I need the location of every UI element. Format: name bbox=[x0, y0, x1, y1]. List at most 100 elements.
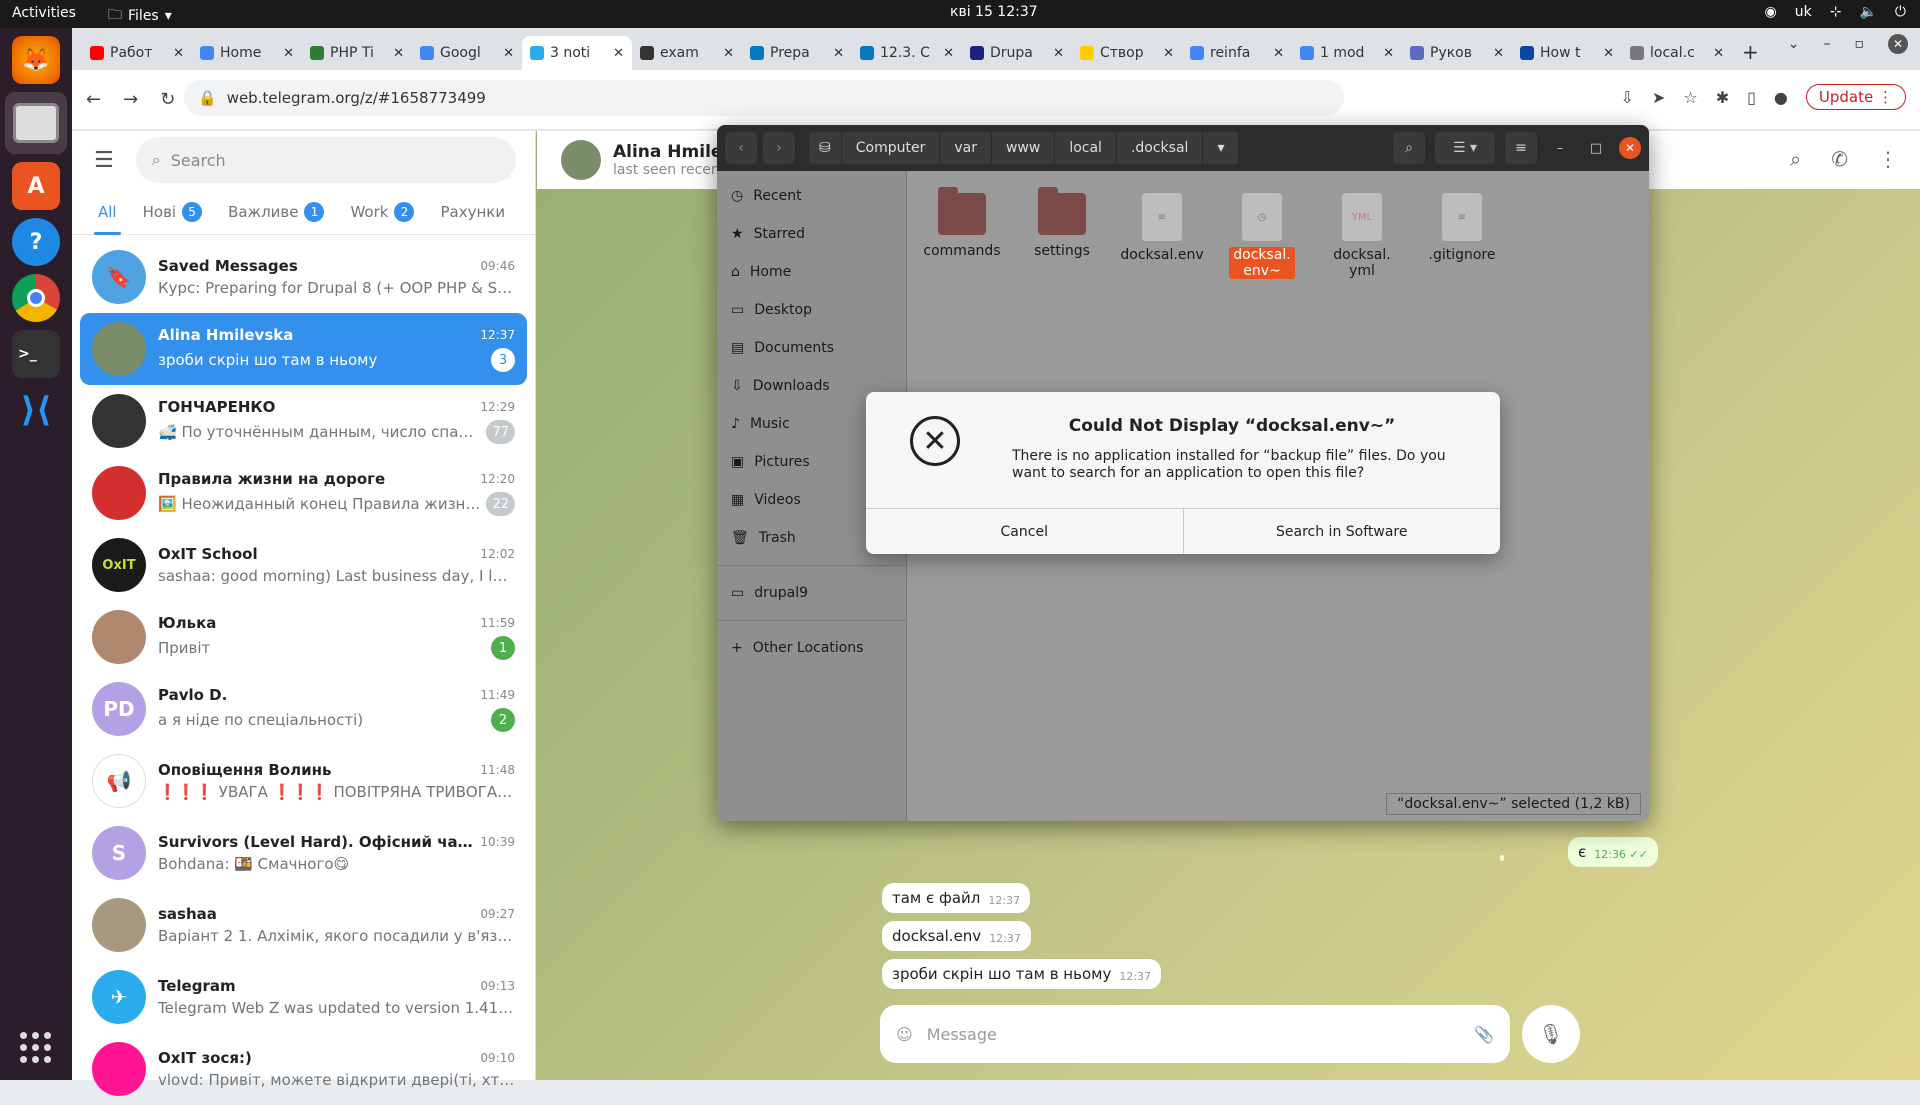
sidebar-item-documents[interactable]: ▤ Documents bbox=[717, 329, 906, 367]
folder-tab[interactable]: All bbox=[94, 189, 121, 235]
search-input[interactable]: ⌕ Search bbox=[135, 137, 516, 183]
folder-tab[interactable]: Нові 5 bbox=[143, 189, 203, 235]
browser-tab[interactable]: Работ ✕ bbox=[82, 36, 192, 70]
chat-list-item[interactable]: OxIT зося:) 09:10 vlovd: Привіт, можете ві… bbox=[80, 1033, 527, 1105]
browser-tab[interactable]: Googl ✕ bbox=[412, 36, 522, 70]
browser-tab[interactable]: local.c ✕ bbox=[1622, 36, 1732, 70]
close-tab-icon[interactable]: ✕ bbox=[1603, 46, 1614, 61]
close-button[interactable]: ✕ bbox=[1619, 137, 1641, 159]
cancel-button[interactable]: Cancel bbox=[866, 509, 1184, 554]
file-item[interactable]: YML docksal. yml bbox=[1317, 193, 1407, 279]
extensions-icon[interactable]: ✱ bbox=[1716, 88, 1729, 107]
more-icon[interactable]: ⋮ bbox=[1878, 147, 1898, 171]
chat-list-item[interactable]: S Survivors (Level Hard). Офісний чат на.… bbox=[80, 817, 527, 889]
close-tab-icon[interactable]: ✕ bbox=[1493, 46, 1504, 61]
back-button[interactable]: ‹ bbox=[725, 132, 757, 164]
close-tab-icon[interactable]: ✕ bbox=[173, 46, 184, 61]
firefox-icon[interactable]: 🦊 bbox=[12, 36, 60, 84]
minimize-button[interactable]: – bbox=[1547, 135, 1573, 161]
close-tab-icon[interactable]: ✕ bbox=[943, 46, 954, 61]
browser-tab[interactable]: 1 mod ✕ bbox=[1292, 36, 1402, 70]
chat-list-item[interactable]: 🔖 Saved Messages 09:46 Курс: Preparing for … bbox=[80, 241, 527, 313]
folder-tab[interactable]: Work 2 bbox=[350, 189, 415, 235]
sidebar-item-home[interactable]: ⌂ Home bbox=[717, 253, 906, 291]
sidebar-item-starred[interactable]: ★ Starred bbox=[717, 215, 906, 253]
close-tab-icon[interactable]: ✕ bbox=[503, 46, 514, 61]
file-item[interactable]: ≡ .gitignore bbox=[1417, 193, 1507, 263]
attach-icon[interactable]: 📎 bbox=[1474, 1025, 1494, 1044]
browser-tab[interactable]: 3 noti ✕ bbox=[522, 36, 632, 70]
terminal-icon[interactable]: >_ bbox=[12, 330, 60, 378]
sidebar-item-other-locations[interactable]: + Other Locations bbox=[717, 629, 906, 667]
file-item[interactable]: ≡ docksal.env bbox=[1117, 193, 1207, 263]
folder-tab[interactable]: Рахунки bbox=[440, 189, 505, 235]
browser-tab[interactable]: 12.3. C ✕ bbox=[852, 36, 962, 70]
network-icon[interactable]: ⊹ bbox=[1830, 4, 1842, 20]
chat-list-item[interactable]: sashaa 09:27 Варіант 2 1. Алхімік, якого п… bbox=[80, 889, 527, 961]
sidebar-item-recent[interactable]: ◷ Recent bbox=[717, 177, 906, 215]
browser-tab[interactable]: Prepa ✕ bbox=[742, 36, 852, 70]
folder-tab[interactable]: Важливе 1 bbox=[228, 189, 325, 235]
microphone-button[interactable]: 🎙 bbox=[1522, 1005, 1580, 1063]
software-icon[interactable]: A bbox=[12, 162, 60, 210]
breadcrumb-item[interactable]: www bbox=[992, 132, 1056, 164]
forward-button[interactable]: › bbox=[763, 132, 795, 164]
breadcrumb-item[interactable]: local bbox=[1055, 132, 1117, 164]
system-tray[interactable]: ◉ uk ⊹ 🔈 ⏻ bbox=[1765, 4, 1906, 20]
chat-list-item[interactable]: 📢 Оповіщення Волинь 11:48 ❗❗❗ УВАГА ❗❗❗ ПОВ… bbox=[80, 745, 527, 817]
breadcrumb-item[interactable]: .docksal bbox=[1117, 132, 1204, 164]
show-apps-icon[interactable] bbox=[20, 1032, 52, 1064]
search-icon[interactable]: ⌕ bbox=[1790, 147, 1801, 171]
close-tab-icon[interactable]: ✕ bbox=[1383, 46, 1394, 61]
search-in-software-button[interactable]: Search in Software bbox=[1184, 509, 1501, 554]
chrome-icon[interactable] bbox=[12, 274, 60, 322]
chat-list-item[interactable]: Alina Hmilevska 12:37 зроби скрін шо там в… bbox=[80, 313, 527, 385]
app-menu[interactable]: 🗀 Files ▾ bbox=[108, 4, 172, 28]
files-dock-item[interactable] bbox=[5, 92, 67, 154]
address-bar[interactable]: 🔒 web.telegram.org/z/#1658773499 bbox=[184, 80, 1344, 116]
browser-tab[interactable]: Руков ✕ bbox=[1402, 36, 1512, 70]
share-icon[interactable]: ➤ bbox=[1652, 88, 1665, 107]
profile-icon[interactable]: ● bbox=[1774, 88, 1788, 107]
chevron-down-icon[interactable]: ▾ bbox=[1203, 132, 1240, 164]
file-item[interactable]: settings bbox=[1017, 187, 1107, 259]
close-tab-icon[interactable]: ✕ bbox=[1713, 46, 1724, 61]
browser-tab[interactable]: PHP Ti ✕ bbox=[302, 36, 412, 70]
file-item[interactable]: ◷ docksal. env~ bbox=[1217, 193, 1307, 279]
chat-list-item[interactable]: Юлька 11:59 Привіт 1 bbox=[80, 601, 527, 673]
browser-tab[interactable]: Створ ✕ bbox=[1072, 36, 1182, 70]
close-tab-icon[interactable]: ✕ bbox=[393, 46, 404, 61]
emoji-icon[interactable]: ☺ bbox=[896, 1025, 913, 1044]
forward-icon[interactable]: → bbox=[123, 89, 138, 110]
reload-icon[interactable]: ↻ bbox=[160, 89, 175, 110]
menu-button[interactable]: ≡ bbox=[1505, 132, 1537, 164]
close-tab-icon[interactable]: ✕ bbox=[833, 46, 844, 61]
message-bubble[interactable]: docksal.env 12:37 bbox=[882, 921, 1031, 951]
maximize-button[interactable]: ▫ bbox=[1855, 36, 1865, 52]
browser-tab[interactable]: Home ✕ bbox=[192, 36, 302, 70]
browser-tab[interactable]: How t ✕ bbox=[1512, 36, 1622, 70]
power-icon[interactable]: ⏻ bbox=[1895, 4, 1906, 20]
activities-button[interactable]: Activities bbox=[12, 5, 76, 21]
sidebar-item-desktop[interactable]: ▭ Desktop bbox=[717, 291, 906, 329]
chrome-tray-icon[interactable]: ◉ bbox=[1765, 4, 1777, 20]
chat-list-item[interactable]: OxIT OxIT School 12:02 sashaa: good morning… bbox=[80, 529, 527, 601]
message-input[interactable]: ☺ Message 📎 bbox=[880, 1005, 1510, 1063]
back-icon[interactable]: ← bbox=[86, 89, 101, 110]
vscode-icon[interactable]: ⟩⟨ bbox=[12, 386, 60, 434]
chat-list-item[interactable]: Правила жизни на дороге 12:20 🖼️ Неожиданн… bbox=[80, 457, 527, 529]
message-bubble[interactable]: там є файл 12:37 bbox=[882, 883, 1031, 913]
browser-tab[interactable]: reinfa ✕ bbox=[1182, 36, 1292, 70]
chat-list-item[interactable]: PD Pavlo D. 11:49 а я ніде по спеціальності… bbox=[80, 673, 527, 745]
language-indicator[interactable]: uk bbox=[1795, 4, 1812, 20]
sidebar-item-drupal9[interactable]: ▭ drupal9 bbox=[717, 574, 906, 612]
tab-search-icon[interactable]: ⌄ bbox=[1788, 36, 1800, 52]
update-button[interactable]: Update ⋮ bbox=[1805, 84, 1906, 110]
breadcrumb-item[interactable]: var bbox=[940, 132, 992, 164]
file-item[interactable]: commands bbox=[917, 187, 1007, 259]
close-button[interactable]: ✕ bbox=[1888, 34, 1908, 54]
close-tab-icon[interactable]: ✕ bbox=[1163, 46, 1174, 61]
browser-tab[interactable]: Drupa ✕ bbox=[962, 36, 1072, 70]
avatar[interactable] bbox=[561, 140, 601, 180]
phone-icon[interactable]: ✆ bbox=[1831, 147, 1848, 171]
